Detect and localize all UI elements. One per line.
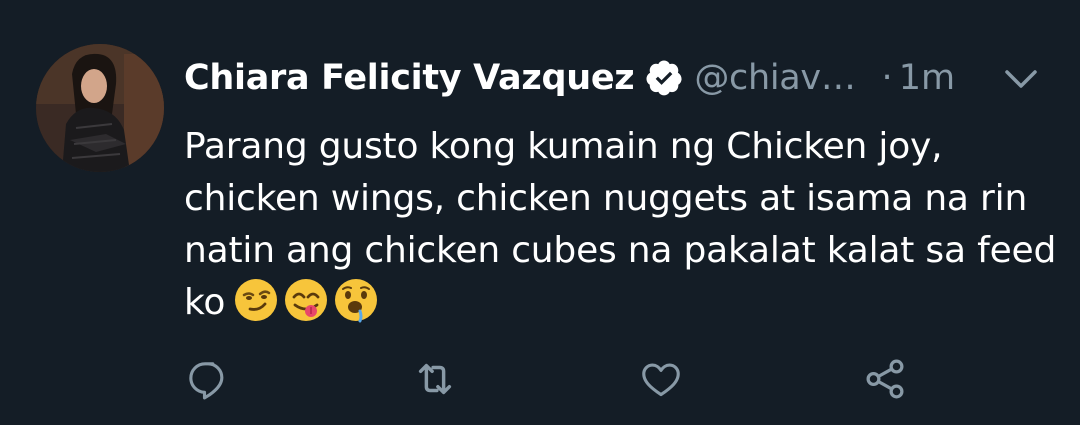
avatar-photo [36,44,164,172]
heart-icon [639,357,683,405]
tweet-card[interactable]: Chiara Felicity Vazquez @chiav… · 1m Par… [0,0,1080,425]
like-button[interactable] [638,358,684,404]
retweet-icon [412,356,458,406]
author-name[interactable]: Chiara Felicity Vazquez [184,58,635,98]
reply-button[interactable] [186,358,232,404]
emoji-group [233,277,379,323]
tweet-body: Parang gusto kong kumain ng Chicken joy,… [184,121,1064,329]
tweet-actions [0,358,1080,404]
reply-icon [187,357,231,405]
timestamp[interactable]: 1m [899,58,955,98]
retweet-button[interactable] [412,358,458,404]
separator-dot: · [881,58,893,98]
author-handle[interactable]: @chiav… [694,58,856,98]
drooling-face-icon [333,277,379,323]
avatar[interactable] [36,44,164,172]
tweet-header: Chiara Felicity Vazquez @chiav… · 1m [184,52,955,104]
share-icon [862,356,908,406]
smirking-face-icon [233,277,279,323]
verified-badge-icon [644,58,684,98]
face-savoring-food-icon [283,277,329,323]
share-button[interactable] [862,358,908,404]
chevron-down-icon[interactable] [1001,62,1041,96]
